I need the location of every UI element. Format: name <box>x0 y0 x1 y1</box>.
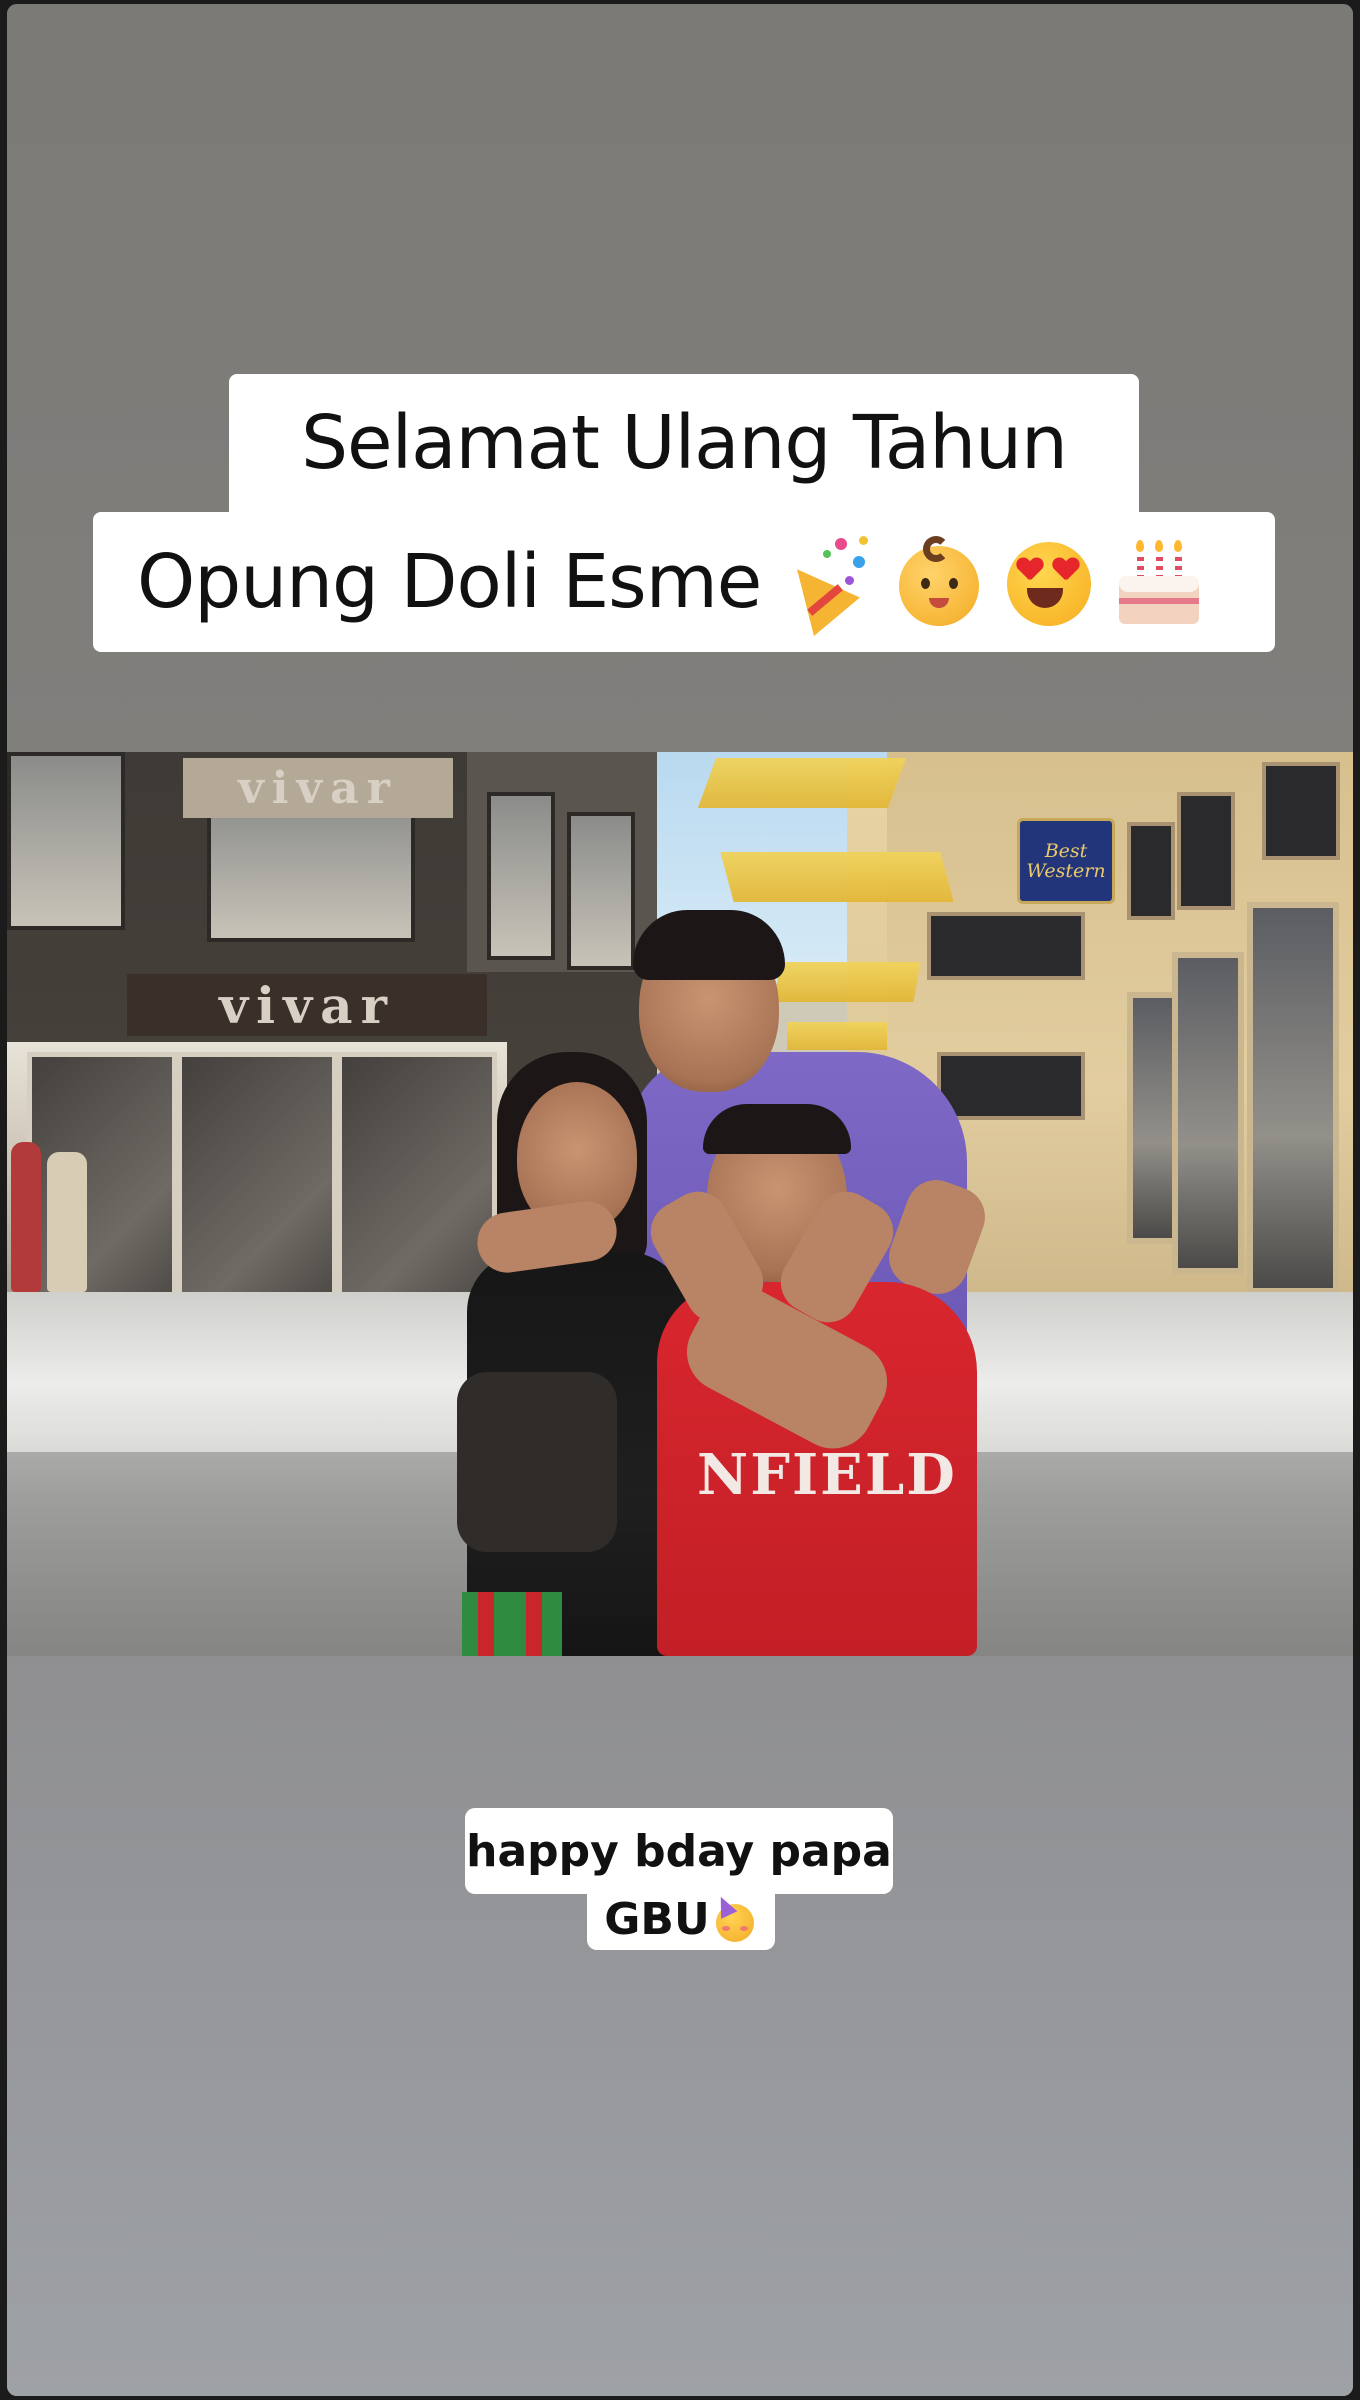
window <box>7 752 125 930</box>
window <box>1127 822 1175 920</box>
shop-window <box>1172 952 1244 1274</box>
party-popper-icon <box>774 536 875 637</box>
yellow-awning <box>720 852 954 902</box>
hotel-sign: Best Western <box>1017 818 1115 904</box>
title-text-1: Selamat Ulang Tahun <box>301 400 1068 486</box>
balcony <box>927 912 1085 980</box>
yellow-awning <box>773 962 921 1002</box>
title-caption-line-2: Opung Doli Esme <box>93 512 1275 652</box>
shop-sign-upper: vivar <box>183 758 453 818</box>
window <box>487 792 555 960</box>
family-photo: vivar vivar Best Western NFIELD <box>7 752 1353 1656</box>
baby-icon <box>893 536 985 628</box>
partying-face-icon <box>712 1893 758 1942</box>
pedestrian <box>11 1142 41 1292</box>
bday-caption-line-1: happy bday papa <box>465 1808 893 1894</box>
title-emoji-row <box>765 536 1205 637</box>
birthday-cake-icon <box>1113 536 1205 628</box>
shop-sign-lower-text: vivar <box>219 975 395 1035</box>
hotel-sign-text: Best Western <box>1026 840 1106 882</box>
yellow-awning <box>697 758 907 808</box>
shop-sign-lower: vivar <box>127 974 487 1036</box>
pedestrian <box>47 1152 87 1292</box>
window <box>567 812 635 970</box>
title-text-2: Opung Doli Esme <box>137 539 762 625</box>
yellow-awning <box>787 1022 887 1050</box>
shop-window <box>1247 902 1339 1294</box>
story-frame: Selamat Ulang Tahun Opung Doli Esme viva… <box>7 4 1353 2396</box>
bday-caption-line-2: GBU <box>587 1888 775 1950</box>
shop-sign-upper-text: vivar <box>238 762 398 814</box>
shirt-text: NFIELD <box>697 1442 957 1508</box>
window <box>1262 762 1340 860</box>
bday-text-1: happy bday papa <box>466 1825 892 1877</box>
heart-eyes-icon <box>1003 536 1095 628</box>
balcony <box>937 1052 1085 1120</box>
bottom-background <box>7 1656 1353 2396</box>
bday-text-2: GBU <box>604 1893 710 1945</box>
window <box>1177 792 1235 910</box>
title-caption-line-1: Selamat Ulang Tahun <box>229 374 1139 512</box>
